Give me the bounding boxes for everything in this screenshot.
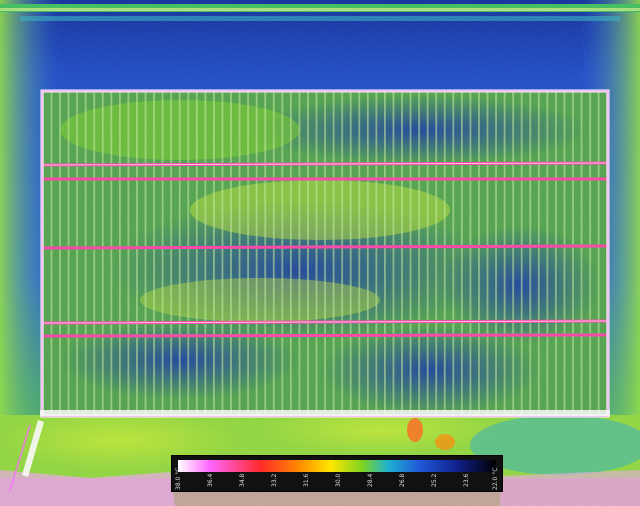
scale-tick-labels: 38.0 °C 36.4 34.8 33.2 31.6 30.0 28.4 26… — [172, 468, 502, 491]
tick-label: 25.2 — [431, 473, 438, 487]
color-gradient — [178, 460, 496, 472]
tick-label: 34.8 — [239, 473, 246, 487]
tick-label: 33.2 — [271, 473, 278, 487]
tick-label: 22.0 °C — [492, 467, 499, 490]
temperature-scale-bar: 38.0 °C 36.4 34.8 33.2 31.6 30.0 28.4 26… — [171, 455, 503, 492]
tick-label: 23.6 — [463, 473, 470, 487]
tick-label: 38.0 °C — [175, 467, 182, 490]
tick-label: 31.6 — [303, 473, 310, 487]
tick-label: 26.8 — [399, 473, 406, 487]
thermal-field-image — [0, 0, 640, 506]
tick-label: 36.4 — [207, 473, 214, 487]
tick-label: 30.0 — [335, 473, 342, 487]
tick-label: 28.4 — [367, 473, 374, 487]
thermal-image-view: 38.0 °C 36.4 34.8 33.2 31.6 30.0 28.4 26… — [0, 0, 640, 506]
